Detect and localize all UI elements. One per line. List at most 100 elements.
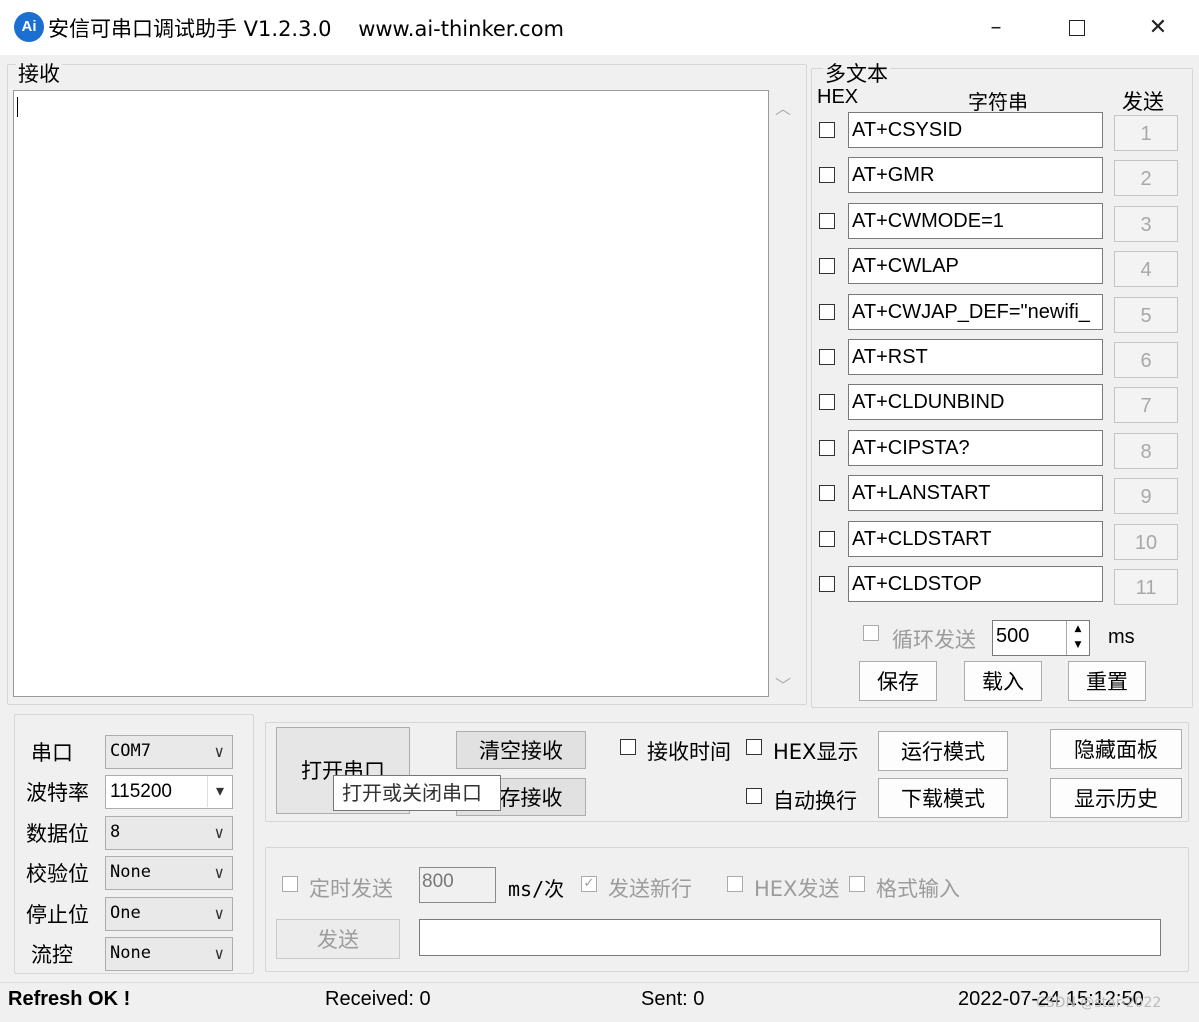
minimize-button[interactable]: –: [956, 0, 1036, 55]
maximize-icon: [1069, 20, 1085, 36]
save-button[interactable]: 保存: [859, 661, 937, 701]
hex-column-header: HEX: [817, 86, 859, 108]
stop-bits-select-value: One: [110, 902, 141, 923]
watermark: CSDN @star-2022: [1036, 995, 1162, 1011]
timed-send-label: 定时发送: [309, 877, 393, 901]
data-bits-select[interactable]: 8 ∨: [105, 815, 233, 850]
send-command-button[interactable]: 3: [1114, 206, 1178, 242]
format-input-checkbox[interactable]: [849, 876, 865, 892]
command-input[interactable]: AT+LANSTART: [848, 475, 1103, 511]
run-mode-button[interactable]: 运行模式: [878, 731, 1008, 771]
loop-interval-spinner[interactable]: 500 ▲ ▼: [992, 620, 1090, 656]
spinner-arrows-icon[interactable]: ▲ ▼: [1066, 621, 1089, 655]
send-command-button[interactable]: 11: [1114, 569, 1178, 605]
data-bits-label: 数据位: [26, 821, 89, 846]
chevron-down-icon[interactable]: ∨: [214, 736, 224, 767]
reset-button[interactable]: 重置: [1068, 661, 1146, 701]
hex-checkbox[interactable]: [819, 304, 835, 320]
send-command-button[interactable]: 7: [1114, 387, 1178, 423]
hex-checkbox[interactable]: [819, 531, 835, 547]
receive-textarea[interactable]: [13, 90, 769, 697]
baud-rate-label: 波特率: [26, 781, 89, 806]
interval-unit-label: ms/次: [508, 877, 565, 901]
flow-control-label: 流控: [31, 943, 73, 967]
receive-scrollbar[interactable]: [771, 90, 797, 697]
chevron-down-icon[interactable]: ∨: [214, 817, 224, 848]
string-column-header: 字符串: [968, 90, 1028, 114]
port-select[interactable]: COM7 ∨: [105, 735, 233, 769]
send-command-button[interactable]: 10: [1114, 524, 1178, 560]
send-command-button[interactable]: 8: [1114, 433, 1178, 469]
send-command-button[interactable]: 6: [1114, 342, 1178, 378]
hide-panel-button[interactable]: 隐藏面板: [1050, 729, 1182, 769]
data-bits-select-value: 8: [110, 821, 121, 842]
hex-display-label: HEX显示: [773, 740, 859, 764]
format-input-label: 格式输入: [876, 877, 960, 901]
hex-checkbox[interactable]: [819, 122, 835, 138]
clear-receive-button[interactable]: 清空接收: [456, 731, 586, 769]
hex-display-checkbox[interactable]: [746, 739, 762, 755]
command-input[interactable]: AT+CLDSTOP: [848, 566, 1103, 602]
open-port-tooltip: 打开或关闭串口: [333, 775, 501, 811]
status-sent: Sent: 0: [641, 988, 705, 1010]
parity-select-value: None: [110, 862, 151, 883]
scroll-down-icon[interactable]: ﹀: [775, 672, 791, 696]
hex-checkbox[interactable]: [819, 258, 835, 274]
hex-checkbox[interactable]: [819, 167, 835, 183]
auto-newline-checkbox[interactable]: [746, 788, 762, 804]
hex-checkbox[interactable]: [819, 485, 835, 501]
port-label: 串口: [31, 741, 73, 765]
command-input[interactable]: AT+GMR: [848, 157, 1103, 193]
hex-checkbox[interactable]: [819, 213, 835, 229]
flow-control-select-value: None: [110, 943, 151, 963]
send-newline-checkbox[interactable]: ✓: [581, 876, 597, 892]
loop-send-checkbox[interactable]: [863, 625, 879, 641]
close-button[interactable]: ✕: [1118, 0, 1198, 55]
window-title: 安信可串口调试助手 V1.2.3.0 www.ai-thinker.com: [48, 17, 565, 41]
send-command-button[interactable]: 2: [1114, 160, 1178, 196]
port-select-value: COM7: [110, 741, 151, 761]
receive-time-label: 接收时间: [647, 740, 731, 764]
maximize-button[interactable]: [1037, 0, 1117, 55]
status-refresh: Refresh OK !: [8, 988, 131, 1010]
send-button[interactable]: 发送: [276, 919, 400, 959]
load-button[interactable]: 载入: [964, 661, 1042, 701]
send-command-button[interactable]: 9: [1114, 478, 1178, 514]
scroll-up-icon[interactable]: ︿: [775, 95, 791, 119]
interval-input[interactable]: 800: [419, 867, 496, 903]
send-command-button[interactable]: 1: [1114, 115, 1178, 151]
chevron-down-icon[interactable]: ∨: [214, 938, 224, 969]
baud-rate-select-value: 115200: [110, 781, 172, 803]
parity-select[interactable]: None ∨: [105, 856, 233, 891]
download-mode-button[interactable]: 下载模式: [878, 778, 1008, 818]
receive-label: 接收: [16, 58, 62, 88]
command-input[interactable]: AT+CSYSID: [848, 112, 1103, 148]
chevron-down-icon[interactable]: ▾: [206, 776, 224, 808]
command-input[interactable]: AT+CLDSTART: [848, 521, 1103, 557]
command-input[interactable]: AT+CWMODE=1: [848, 203, 1103, 239]
command-input[interactable]: AT+CIPSTA?: [848, 430, 1103, 466]
hex-checkbox[interactable]: [819, 349, 835, 365]
text-caret: [17, 97, 18, 117]
chevron-down-icon[interactable]: ∨: [214, 898, 224, 929]
receive-time-checkbox[interactable]: [620, 739, 636, 755]
timed-send-checkbox[interactable]: [282, 876, 298, 892]
show-history-button[interactable]: 显示历史: [1050, 778, 1182, 818]
flow-control-select[interactable]: None ∨: [105, 937, 233, 971]
command-input[interactable]: AT+CWLAP: [848, 248, 1103, 284]
send-newline-label: 发送新行: [608, 877, 692, 901]
hex-checkbox[interactable]: [819, 576, 835, 592]
baud-rate-select[interactable]: 115200 ▾: [105, 775, 233, 810]
send-column-header: 发送: [1122, 90, 1164, 114]
hex-checkbox[interactable]: [819, 440, 835, 456]
chevron-down-icon[interactable]: ∨: [214, 857, 224, 888]
command-input[interactable]: AT+CLDUNBIND: [848, 384, 1103, 420]
command-input[interactable]: AT+CWJAP_DEF="newifi_: [848, 294, 1103, 330]
send-command-button[interactable]: 5: [1114, 297, 1178, 333]
send-text-input[interactable]: [419, 919, 1161, 956]
command-input[interactable]: AT+RST: [848, 339, 1103, 375]
send-command-button[interactable]: 4: [1114, 251, 1178, 287]
hex-checkbox[interactable]: [819, 394, 835, 410]
stop-bits-select[interactable]: One ∨: [105, 896, 233, 931]
hex-send-checkbox[interactable]: [727, 876, 743, 892]
